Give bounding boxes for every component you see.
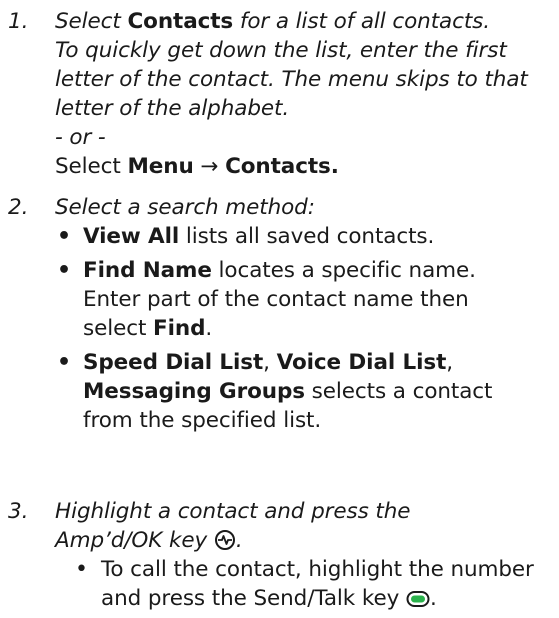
contacts-term: Contacts. [225, 154, 339, 179]
step-1-line-3: letter of the contact. The menu skips to… [55, 67, 528, 92]
bullet-icon: • [57, 258, 71, 283]
bullet-icon: • [57, 350, 71, 375]
step-1-line-4: letter of the alphabet. [55, 96, 290, 121]
or-separator: - or - [55, 125, 106, 150]
step-3-line-1: Highlight a contact and press the [55, 499, 411, 524]
instruction-document: 1. Select Contacts for a list of all con… [0, 0, 559, 618]
bullet-view-all: • View All lists all saved contacts. [57, 224, 435, 249]
contacts-term: Contacts [127, 9, 234, 34]
find-term: Find [153, 316, 206, 341]
step-1: 1. Select Contacts for a list of all con… [8, 7, 556, 181]
view-all-term: View All [83, 224, 180, 249]
step-2: 2. Select a search method: • View All li… [8, 193, 556, 435]
step-1-alternative: Select Menu → Contacts. [55, 154, 339, 179]
messaging-groups-term: Messaging Groups [83, 379, 305, 404]
bullet-lists: • Speed Dial List, Voice Dial List, Mess… [57, 350, 493, 433]
find-name-term: Find Name [83, 258, 212, 283]
step-1-line-2: To quickly get down the list, enter the … [55, 38, 507, 63]
bullet-icon: • [57, 224, 71, 249]
ampd-ok-key-icon [214, 530, 235, 550]
send-talk-key-icon [406, 591, 430, 607]
arrow-icon: → [193, 154, 226, 179]
step-3-line-2: Amp’d/OK key . [55, 528, 243, 553]
menu-term: Menu [127, 154, 194, 179]
voice-dial-list-term: Voice Dial List [276, 350, 447, 375]
speed-dial-list-term: Speed Dial List [83, 350, 264, 375]
step-3: 3. Highlight a contact and press the Amp… [8, 497, 556, 613]
step-number: 3. [8, 499, 29, 524]
bullet-find-name: • Find Name locates a specific name. Ent… [57, 258, 476, 341]
step-number: 2. [8, 195, 29, 220]
sub-bullet-call: • To call the contact, highlight the num… [75, 557, 534, 611]
step-number: 1. [8, 9, 29, 34]
step-1-line-1: Select Contacts for a list of all contac… [55, 9, 490, 34]
bullet-icon: • [75, 557, 88, 582]
step-2-intro: Select a search method: [55, 195, 315, 220]
